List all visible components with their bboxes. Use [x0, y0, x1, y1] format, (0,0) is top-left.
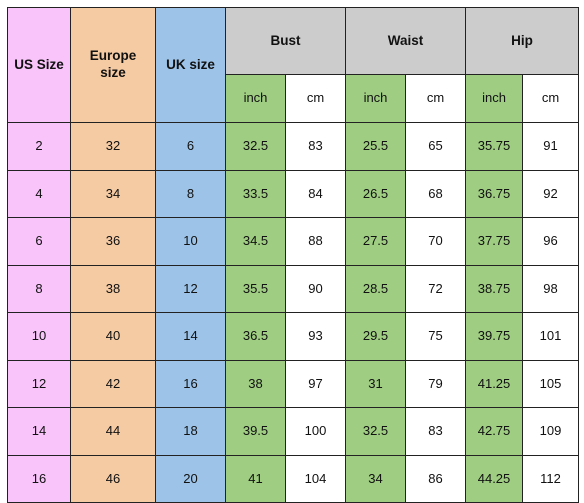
- cell-eu-size: 38: [70, 264, 156, 313]
- cell-bust-cm: 84: [285, 169, 346, 218]
- header-bust: Bust: [225, 7, 346, 75]
- table-row: 16 46 20 41 104 34 86 44.25 112: [7, 454, 580, 503]
- cell-bust-cm: 88: [285, 217, 346, 266]
- cell-eu-size: 36: [70, 217, 156, 266]
- cell-us-size: 2: [7, 122, 71, 171]
- cell-us-size: 14: [7, 407, 71, 456]
- cell-hip-in: 37.75: [465, 217, 524, 266]
- cell-uk-size: 20: [155, 454, 226, 503]
- cell-hip-cm: 105: [522, 359, 580, 408]
- cell-waist-in: 31: [345, 359, 406, 408]
- cell-uk-size: 14: [155, 312, 226, 361]
- cell-hip-in: 38.75: [465, 264, 524, 313]
- table-row: 12 42 16 38 97 31 79 41.25 105: [7, 359, 580, 408]
- cell-bust-in: 32.5: [225, 122, 286, 171]
- cell-hip-cm: 96: [522, 217, 580, 266]
- cell-bust-cm: 83: [285, 122, 346, 171]
- table-row: 6 36 10 34.5 88 27.5 70 37.75 96: [7, 217, 580, 266]
- cell-hip-cm: 92: [522, 169, 580, 218]
- table-row: 14 44 18 39.5 100 32.5 83 42.75 109: [7, 407, 580, 456]
- cell-waist-cm: 72: [404, 264, 467, 313]
- header-waist-inch: inch: [345, 74, 406, 123]
- cell-uk-size: 8: [155, 169, 226, 218]
- cell-bust-cm: 90: [285, 264, 346, 313]
- cell-eu-size: 34: [70, 169, 156, 218]
- cell-hip-in: 36.75: [465, 169, 524, 218]
- cell-eu-size: 40: [70, 312, 156, 361]
- cell-waist-cm: 79: [404, 359, 467, 408]
- cell-bust-in: 35.5: [225, 264, 286, 313]
- cell-us-size: 6: [7, 217, 71, 266]
- table-row: 8 38 12 35.5 90 28.5 72 38.75 98: [7, 264, 580, 313]
- header-hip-cm: cm: [522, 74, 580, 123]
- cell-us-size: 12: [7, 359, 71, 408]
- header-uk-size: UK size: [155, 7, 226, 123]
- table-row: 4 34 8 33.5 84 26.5 68 36.75 92: [7, 169, 580, 218]
- cell-eu-size: 32: [70, 122, 156, 171]
- header-europe-size-line2: size: [100, 65, 126, 80]
- cell-hip-in: 42.75: [465, 407, 524, 456]
- cell-waist-in: 25.5: [345, 122, 406, 171]
- cell-hip-cm: 91: [522, 122, 580, 171]
- header-hip-inch: inch: [465, 74, 524, 123]
- cell-bust-cm: 97: [285, 359, 346, 408]
- cell-us-size: 8: [7, 264, 71, 313]
- cell-bust-in: 38: [225, 359, 286, 408]
- cell-hip-cm: 101: [522, 312, 580, 361]
- header-hip: Hip: [465, 7, 580, 75]
- cell-waist-in: 34: [345, 454, 406, 503]
- cell-waist-in: 27.5: [345, 217, 406, 266]
- cell-eu-size: 42: [70, 359, 156, 408]
- header-bust-cm: cm: [285, 74, 346, 123]
- cell-hip-cm: 109: [522, 407, 580, 456]
- table-row: 2 32 6 32.5 83 25.5 65 35.75 91: [7, 122, 580, 171]
- header-europe-size-line1: Europe: [89, 48, 137, 64]
- cell-hip-in: 35.75: [465, 122, 524, 171]
- cell-us-size: 16: [7, 454, 71, 503]
- cell-waist-in: 26.5: [345, 169, 406, 218]
- cell-bust-cm: 93: [285, 312, 346, 361]
- cell-uk-size: 18: [155, 407, 226, 456]
- cell-waist-cm: 70: [404, 217, 467, 266]
- cell-hip-in: 41.25: [465, 359, 524, 408]
- cell-us-size: 4: [7, 169, 71, 218]
- header-europe-size: Europe size: [70, 7, 156, 123]
- cell-waist-in: 32.5: [345, 407, 406, 456]
- cell-bust-cm: 100: [285, 407, 346, 456]
- cell-waist-cm: 75: [404, 312, 467, 361]
- cell-waist-in: 28.5: [345, 264, 406, 313]
- header-waist: Waist: [344, 7, 467, 75]
- cell-eu-size: 44: [70, 407, 156, 456]
- cell-hip-cm: 112: [522, 454, 580, 503]
- cell-bust-in: 39.5: [225, 407, 286, 456]
- cell-waist-cm: 86: [404, 454, 467, 503]
- cell-uk-size: 12: [155, 264, 226, 313]
- cell-hip-in: 44.25: [465, 454, 524, 503]
- header-waist-cm: cm: [404, 74, 467, 123]
- cell-us-size: 10: [7, 312, 71, 361]
- cell-hip-in: 39.75: [465, 312, 524, 361]
- table-row: 10 40 14 36.5 93 29.5 75 39.75 101: [7, 312, 580, 361]
- header-bust-inch: inch: [225, 74, 286, 123]
- cell-bust-in: 33.5: [225, 169, 286, 218]
- cell-waist-in: 29.5: [345, 312, 406, 361]
- cell-waist-cm: 68: [404, 169, 467, 218]
- cell-hip-cm: 98: [522, 264, 580, 313]
- size-chart-body: US Size Europe size UK size Bust Waist H…: [7, 7, 580, 503]
- cell-uk-size: 10: [155, 217, 226, 266]
- cell-bust-in: 41: [225, 454, 286, 503]
- cell-bust-cm: 104: [285, 454, 346, 503]
- cell-bust-in: 36.5: [225, 312, 286, 361]
- table-header-row-groups: US Size Europe size UK size Bust Waist H…: [7, 7, 580, 123]
- cell-uk-size: 16: [155, 359, 226, 408]
- cell-uk-size: 6: [155, 122, 226, 171]
- cell-bust-in: 34.5: [225, 217, 286, 266]
- cell-eu-size: 46: [70, 454, 156, 503]
- header-us-size: US Size: [7, 7, 71, 123]
- cell-waist-cm: 83: [404, 407, 467, 456]
- size-chart-table: US Size Europe size UK size Bust Waist H…: [7, 7, 580, 503]
- size-chart-root: US Size Europe size UK size Bust Waist H…: [0, 0, 584, 503]
- cell-waist-cm: 65: [404, 122, 467, 171]
